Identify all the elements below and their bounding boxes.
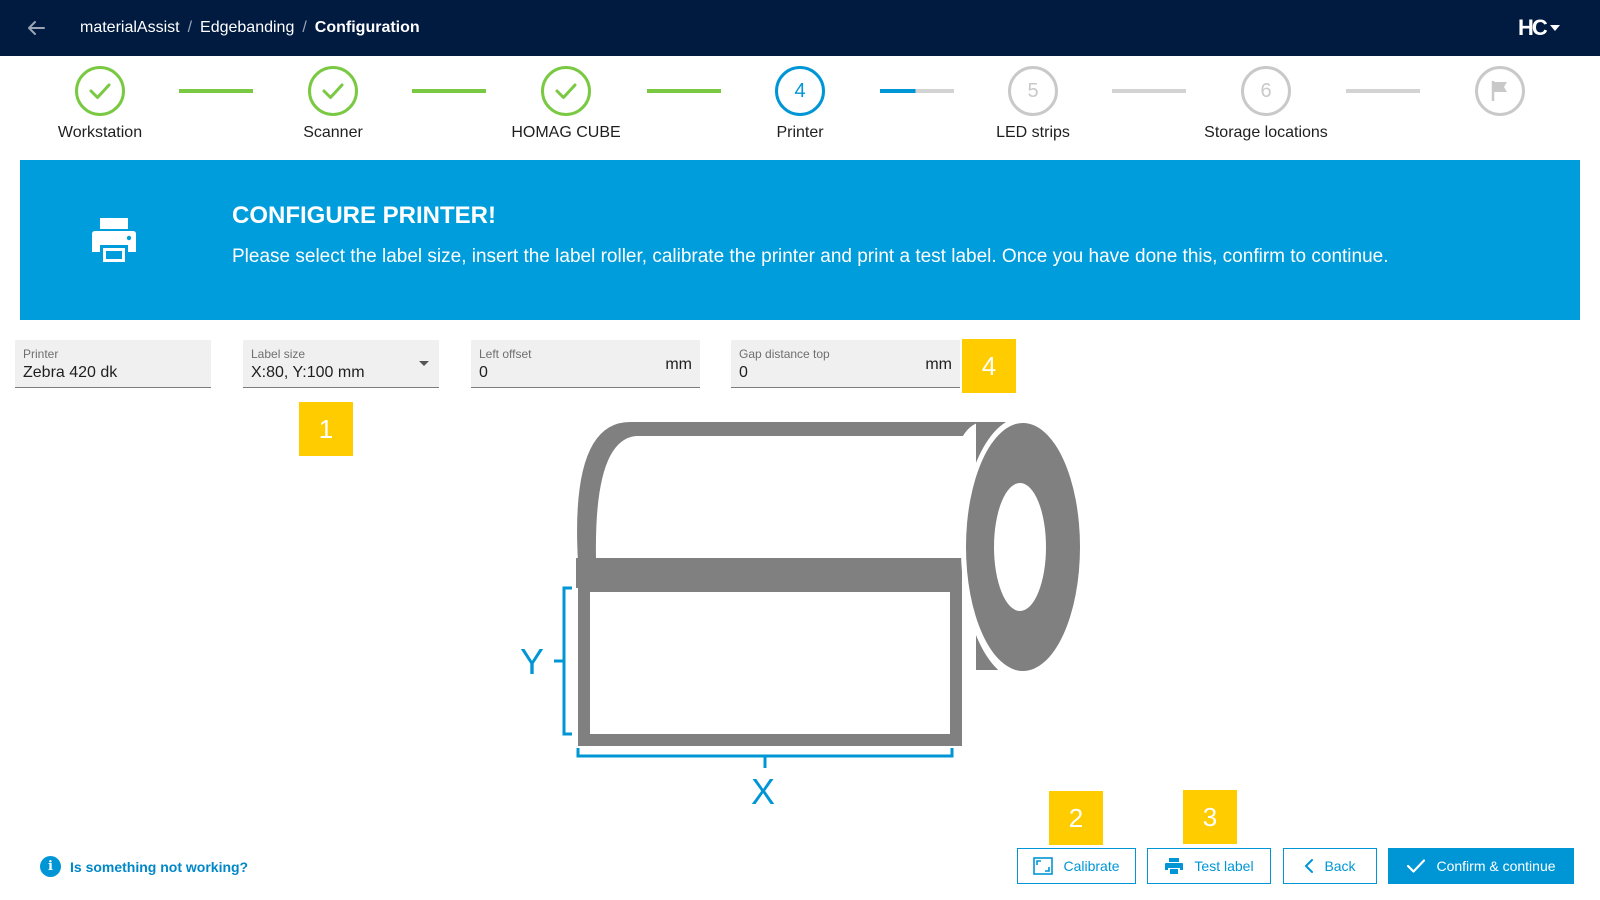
printer-icon — [92, 218, 136, 262]
check-icon — [89, 83, 111, 99]
stepper: Workstation Scanner HOMAG CUBE 4 Printer… — [0, 56, 1600, 160]
step-connector — [1346, 89, 1420, 93]
step-connector — [412, 89, 486, 93]
field-label: Gap distance top — [739, 347, 830, 361]
top-bar: materialAssist / Edgebanding / Configura… — [0, 0, 1600, 56]
brand-logo: HC — [1518, 15, 1548, 40]
marker-3: 3 — [1183, 790, 1237, 844]
banner-text: Please select the label size, insert the… — [232, 246, 1389, 267]
field-label: Printer — [23, 347, 59, 361]
breadcrumb-item-configuration: Configuration — [314, 19, 420, 36]
x-dimension-label: X — [751, 771, 775, 812]
unit-label: mm — [925, 356, 952, 373]
step-connector — [647, 89, 721, 93]
back-button[interactable]: Back — [1283, 848, 1377, 884]
y-dimension-label: Y — [520, 641, 544, 682]
step-label: Printer — [776, 124, 824, 141]
dropdown-arrow-icon — [419, 361, 429, 366]
label-roll-illustration: Y X — [520, 417, 1080, 812]
gap-distance-top-input[interactable] — [739, 363, 899, 383]
banner-title: CONFIGURE PRINTER! — [232, 202, 496, 229]
printer-field[interactable]: Printer Zebra 420 dk — [15, 340, 211, 388]
calibrate-label: Calibrate — [1063, 858, 1120, 874]
step-homag-cube: HOMAG CUBE — [486, 66, 646, 142]
step-label: Storage locations — [1204, 124, 1328, 141]
step-circle-pending: 6 — [1241, 66, 1291, 116]
step-storage-locations: 6 Storage locations — [1186, 66, 1346, 142]
step-label: Scanner — [303, 124, 363, 141]
check-icon — [1407, 859, 1426, 873]
marker-1: 1 — [299, 402, 353, 456]
confirm-continue-label: Confirm & continue — [1436, 858, 1556, 874]
step-finish — [1420, 66, 1580, 124]
step-scanner: Scanner — [253, 66, 413, 142]
help-text: Is something not working? — [70, 858, 249, 875]
check-icon — [555, 83, 577, 99]
check-icon — [322, 83, 344, 99]
brand-menu[interactable]: HC — [1518, 15, 1560, 41]
step-label: LED strips — [996, 124, 1070, 141]
breadcrumb-separator: / — [187, 19, 193, 36]
step-circle-pending — [1475, 66, 1525, 116]
back-arrow-icon[interactable] — [24, 16, 48, 40]
label-size-value: X:80, Y:100 mm — [251, 364, 365, 381]
step-printer: 4 Printer — [720, 66, 880, 142]
printer-value: Zebra 420 dk — [23, 364, 118, 381]
confirm-continue-button[interactable]: Confirm & continue — [1388, 848, 1574, 884]
step-label: Workstation — [57, 124, 143, 141]
calibrate-button[interactable]: Calibrate — [1017, 848, 1136, 884]
step-led-strips: 5 LED strips — [953, 66, 1113, 142]
test-label-button[interactable]: Test label — [1147, 848, 1271, 884]
breadcrumb-item-materialassist[interactable]: materialAssist — [80, 17, 180, 39]
left-offset-input[interactable] — [479, 363, 639, 383]
step-circle-done — [75, 66, 125, 116]
back-label: Back — [1324, 858, 1356, 874]
step-circle-done — [541, 66, 591, 116]
left-offset-field[interactable]: Left offset mm — [471, 340, 700, 388]
gap-distance-top-field[interactable]: Gap distance top mm — [731, 340, 960, 388]
chevron-left-icon — [1305, 859, 1314, 873]
step-connector-progress — [880, 89, 954, 93]
step-connector — [1112, 89, 1186, 93]
test-label-label: Test label — [1194, 858, 1254, 874]
breadcrumb-separator: / — [302, 19, 307, 36]
step-circle-active: 4 — [775, 66, 825, 116]
step-workstation: Workstation — [20, 66, 180, 142]
flag-icon — [1491, 81, 1507, 101]
step-circle-pending: 5 — [1008, 66, 1058, 116]
unit-label: mm — [665, 356, 692, 373]
printer-icon — [1165, 858, 1184, 874]
marker-4: 4 — [962, 339, 1016, 393]
calibrate-icon — [1033, 857, 1054, 875]
info-banner: CONFIGURE PRINTER! Please select the lab… — [20, 160, 1580, 320]
label-size-select[interactable]: Label size X:80, Y:100 mm — [243, 340, 439, 388]
chevron-down-icon — [1549, 25, 1560, 31]
step-connector — [179, 89, 253, 93]
help-link[interactable]: i Is something not working? — [40, 856, 248, 877]
field-label: Label size — [251, 347, 306, 361]
step-label: HOMAG CUBE — [511, 124, 621, 141]
breadcrumb: materialAssist / Edgebanding / Configura… — [80, 17, 420, 39]
step-circle-done — [308, 66, 358, 116]
breadcrumb-item-edgebanding[interactable]: Edgebanding — [200, 17, 294, 39]
info-icon: i — [40, 856, 61, 877]
field-label: Left offset — [479, 347, 532, 361]
